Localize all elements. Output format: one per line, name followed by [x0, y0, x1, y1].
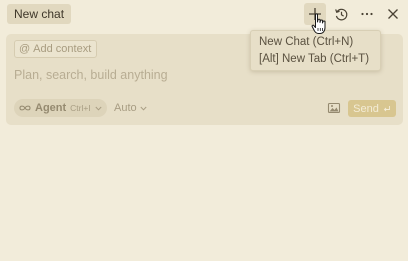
- image-upload-icon[interactable]: [327, 101, 341, 115]
- send-label: Send: [353, 102, 379, 115]
- more-options-button[interactable]: [356, 3, 378, 25]
- chevron-down-icon: [140, 106, 147, 111]
- at-symbol-icon: @: [19, 43, 31, 55]
- history-icon: [334, 8, 347, 20]
- tooltip-line-new-chat: New Chat (Ctrl+N): [259, 36, 354, 48]
- hand-cursor-icon: [311, 13, 326, 34]
- tooltip-line-new-tab: [Alt] New Tab (Ctrl+T): [259, 53, 370, 65]
- add-context-button[interactable]: @ Add context: [14, 40, 98, 58]
- tab-new-chat[interactable]: New chat: [7, 4, 72, 24]
- close-icon: [388, 9, 398, 19]
- enter-icon: [383, 105, 390, 111]
- new-chat-tooltip: New Chat (Ctrl+N) [Alt] New Tab (Ctrl+T): [250, 30, 381, 71]
- close-panel-button[interactable]: [382, 3, 404, 25]
- history-button[interactable]: [330, 3, 352, 25]
- model-selector[interactable]: Auto: [114, 99, 147, 117]
- infinity-icon: [19, 105, 31, 111]
- send-button[interactable]: Send: [348, 100, 396, 117]
- more-icon: [361, 12, 373, 16]
- agent-shortcut: Ctrl+I: [70, 103, 91, 113]
- agent-label: Agent: [35, 102, 67, 114]
- agent-mode-selector[interactable]: Agent Ctrl+I: [14, 99, 107, 117]
- model-label: Auto: [114, 102, 137, 114]
- add-context-label: Add context: [33, 43, 92, 55]
- chevron-down-icon: [95, 106, 102, 111]
- tab-label: New chat: [14, 7, 65, 21]
